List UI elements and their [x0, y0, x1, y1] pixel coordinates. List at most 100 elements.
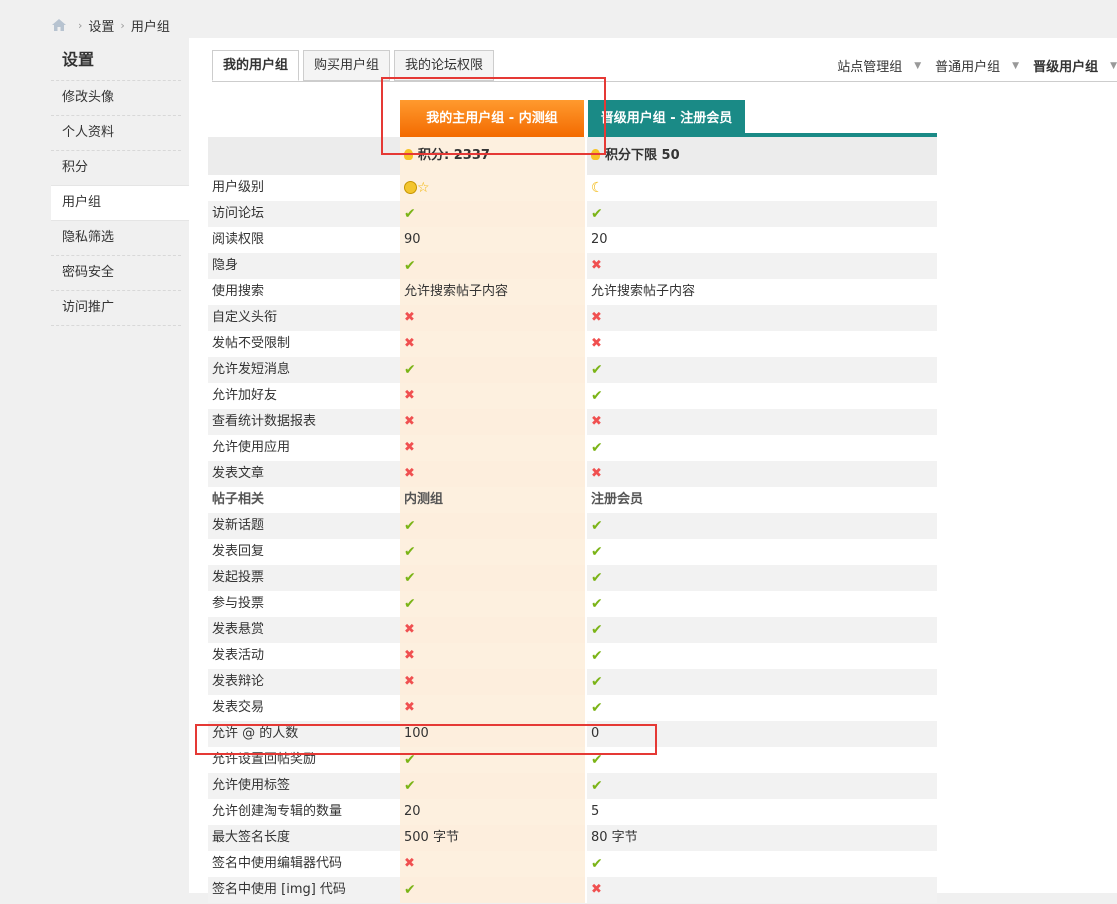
- row-label: 发表辩论: [208, 669, 400, 695]
- cross-icon: ✖: [591, 336, 602, 351]
- sidebar-item-credits[interactable]: 积分: [51, 150, 181, 185]
- main-panel: 我的用户组 购买用户组 我的论坛权限 站点管理组 ▼ 普通用户组 ▼ 晋级用户组…: [189, 38, 1117, 903]
- table-row: 签名中使用 [img] 代码 ✔ ✖: [208, 877, 938, 903]
- my-group-value: 允许搜索帖子内容: [400, 279, 585, 305]
- caret-down-icon[interactable]: ▼: [1110, 61, 1117, 71]
- breadcrumb-settings[interactable]: 设置: [88, 16, 114, 35]
- check-icon: ✔: [404, 362, 416, 378]
- table-row: 阅读权限 90 20: [208, 227, 938, 253]
- moon-icon: ☾: [591, 180, 604, 196]
- check-icon: ✔: [591, 206, 603, 222]
- check-icon: ✔: [591, 440, 603, 456]
- my-group-value: 90: [400, 227, 585, 253]
- row-label: 允许创建淘专辑的数量: [208, 799, 400, 825]
- sidebar-item-usergroup[interactable]: 用户组: [51, 185, 189, 221]
- check-icon: ✔: [591, 622, 603, 638]
- row-label: 发表文章: [208, 461, 400, 487]
- next-group-value: 注册会员: [585, 487, 937, 513]
- check-icon: ✔: [404, 518, 416, 534]
- table-row: 允许创建淘专辑的数量 20 5: [208, 799, 938, 825]
- check-icon: ✔: [404, 596, 416, 612]
- next-group-value: 允许搜索帖子内容: [585, 279, 937, 305]
- sidebar-item-avatar[interactable]: 修改头像: [51, 80, 181, 115]
- cross-icon: ✖: [404, 310, 415, 325]
- check-icon: ✔: [404, 882, 416, 898]
- table-row: 发表悬赏 ✖ ✔: [208, 617, 938, 643]
- row-label: 发表活动: [208, 643, 400, 669]
- table-row: 发新话题 ✔ ✔: [208, 513, 938, 539]
- sidebar-title: 设置: [62, 50, 95, 69]
- table-row: 发表回复 ✔ ✔: [208, 539, 938, 565]
- cross-icon: ✖: [404, 622, 415, 637]
- home-icon[interactable]: [52, 19, 66, 31]
- cross-icon: ✖: [404, 440, 415, 455]
- check-icon: ✔: [404, 544, 416, 560]
- highlight-box-header: [381, 77, 606, 155]
- table-row: 允许使用应用 ✖ ✔: [208, 435, 938, 461]
- cross-icon: ✖: [591, 466, 602, 481]
- sidebar-item-profile[interactable]: 个人资料: [51, 115, 181, 150]
- row-label: 发表回复: [208, 539, 400, 565]
- breadcrumb-usergroup[interactable]: 用户组: [131, 16, 170, 35]
- sidebar-item-privacy[interactable]: 隐私筛选: [51, 221, 181, 255]
- check-icon: ✔: [404, 258, 416, 274]
- group-upgrade-link[interactable]: 晋级用户组: [1033, 56, 1098, 75]
- sidebar: 设置 修改头像 个人资料 积分 用户组 隐私筛选 密码安全 访问推广: [51, 38, 189, 893]
- row-label: 帖子相关: [208, 487, 400, 513]
- table-row: 用户级别 ☆ ☾: [208, 175, 938, 201]
- row-label: 访问论坛: [208, 201, 400, 227]
- my-group-value: 内测组: [400, 487, 585, 513]
- row-label: 允许加好友: [208, 383, 400, 409]
- row-label: 允许发短消息: [208, 357, 400, 383]
- row-label: 隐身: [208, 253, 400, 279]
- caret-down-icon[interactable]: ▼: [1012, 61, 1019, 71]
- group-admin-link[interactable]: 站点管理组: [837, 56, 902, 75]
- row-label: 阅读权限: [208, 227, 400, 253]
- table-row: 允许发短消息 ✔ ✔: [208, 357, 938, 383]
- table-row: 发表交易 ✖ ✔: [208, 695, 938, 721]
- check-icon: ✔: [404, 778, 416, 794]
- sidebar-item-password[interactable]: 密码安全: [51, 255, 181, 290]
- row-label: 签名中使用编辑器代码: [208, 851, 400, 877]
- next-points: 积分下限 50: [605, 148, 680, 163]
- row-label: 自定义头衔: [208, 305, 400, 331]
- cross-icon: ✖: [404, 856, 415, 871]
- cross-icon: ✖: [591, 310, 602, 325]
- check-icon: ✔: [591, 518, 603, 534]
- cross-icon: ✖: [404, 674, 415, 689]
- check-icon: ✔: [591, 856, 603, 872]
- caret-down-icon[interactable]: ▼: [914, 61, 921, 71]
- next-group-header: 晋级用户组 - 注册会员: [588, 100, 745, 137]
- sidebar-item-promotion[interactable]: 访问推广: [51, 290, 181, 326]
- table-row: 使用搜索 允许搜索帖子内容 允许搜索帖子内容: [208, 279, 938, 305]
- check-icon: ✔: [591, 570, 603, 586]
- check-icon: ✔: [591, 544, 603, 560]
- group-selector: 站点管理组 ▼ 普通用户组 ▼ 晋级用户组 ▼: [831, 56, 1117, 75]
- row-label: 发新话题: [208, 513, 400, 539]
- star-icon: ☆: [417, 180, 430, 196]
- permission-table: 我的主用户组 - 内测组 晋级用户组 - 注册会员 积分: 2337 积分下限 …: [208, 97, 938, 903]
- table-row: 发帖不受限制 ✖ ✖: [208, 331, 938, 357]
- table-row: 发表文章 ✖ ✖: [208, 461, 938, 487]
- group-normal-link[interactable]: 普通用户组: [935, 56, 1000, 75]
- smile-icon: [404, 181, 417, 194]
- row-label: 参与投票: [208, 591, 400, 617]
- check-icon: ✔: [591, 700, 603, 716]
- table-row: 访问论坛 ✔ ✔: [208, 201, 938, 227]
- check-icon: ✔: [591, 674, 603, 690]
- row-label: 使用搜索: [208, 279, 400, 305]
- check-icon: ✔: [404, 206, 416, 222]
- table-row: 允许加好友 ✖ ✔: [208, 383, 938, 409]
- cross-icon: ✖: [404, 700, 415, 715]
- cross-icon: ✖: [404, 466, 415, 481]
- tab-my-usergroup[interactable]: 我的用户组: [212, 50, 300, 81]
- tab-buy-usergroup[interactable]: 购买用户组: [303, 50, 391, 81]
- my-group-value: 500 字节: [400, 825, 585, 851]
- table-row: 允许使用标签 ✔ ✔: [208, 773, 938, 799]
- row-label: 允许使用标签: [208, 773, 400, 799]
- teal-divider: [588, 133, 937, 137]
- check-icon: ✔: [591, 596, 603, 612]
- permission-rows: 用户级别 ☆ ☾ 访问论坛 ✔ ✔ 阅读权限 90 20 隐身 ✔ ✖ 使用搜索 允许搜索帖子内容 允许搜索…: [208, 175, 938, 903]
- table-row: 签名中使用编辑器代码 ✖ ✔: [208, 851, 938, 877]
- cross-icon: ✖: [591, 882, 602, 897]
